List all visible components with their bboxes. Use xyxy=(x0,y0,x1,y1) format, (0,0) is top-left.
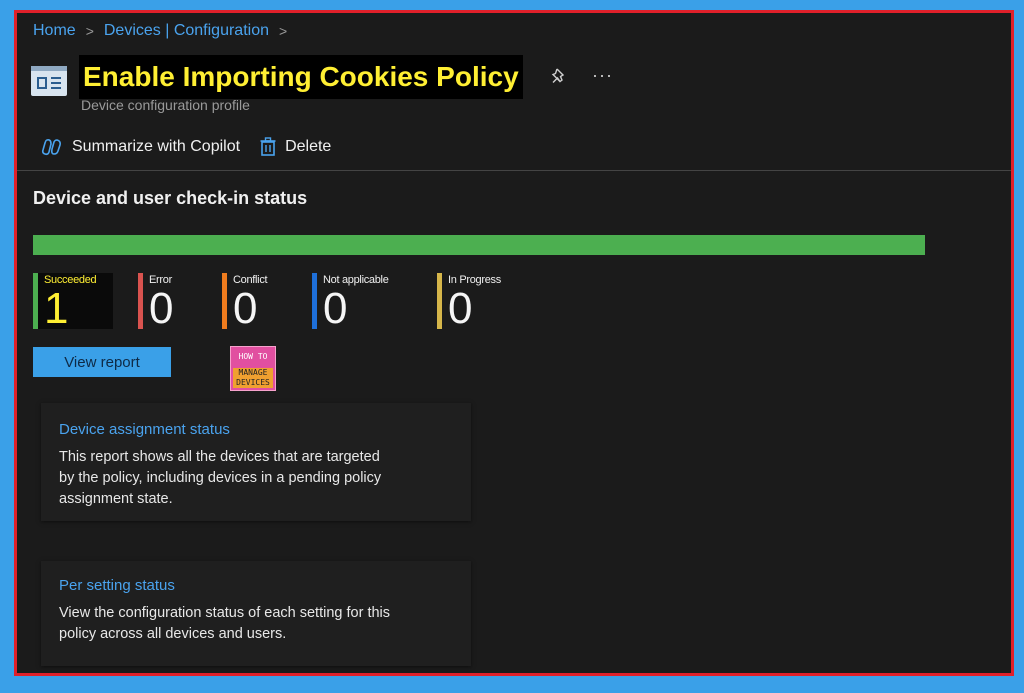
view-report-button[interactable]: View report xyxy=(33,347,171,377)
stat-value: 0 xyxy=(233,284,258,333)
breadcrumb: Home > Devices | Configuration > xyxy=(33,22,287,40)
card-title[interactable]: Device assignment status xyxy=(59,421,230,438)
stat-color-bar xyxy=(138,273,143,329)
stat-color-bar xyxy=(437,273,442,329)
checkin-progress-fill xyxy=(33,235,925,255)
portal-frame: Home > Devices | Configuration > Enable … xyxy=(14,10,1014,676)
breadcrumb-separator: > xyxy=(279,23,288,39)
copilot-icon xyxy=(41,139,61,156)
toolbar-divider xyxy=(17,170,1011,171)
card-description: View the configuration status of each se… xyxy=(59,605,391,642)
stat-in-progress[interactable]: In Progress 0 xyxy=(437,273,517,333)
checkin-status-title: Device and user check-in status xyxy=(33,188,308,208)
stat-value: 0 xyxy=(448,284,473,333)
per-setting-status-card[interactable]: Per setting status View the configuratio… xyxy=(41,561,471,666)
stat-value: 0 xyxy=(323,284,348,333)
stat-conflict[interactable]: Conflict 0 xyxy=(222,273,292,333)
checkin-progress-bar xyxy=(33,235,925,255)
card-title[interactable]: Per setting status xyxy=(59,577,175,594)
stat-color-bar xyxy=(312,273,317,329)
profile-icon xyxy=(31,66,67,96)
stat-succeeded[interactable]: Succeeded 1 xyxy=(33,273,113,333)
howtomanagedevices-logo: HOW TO MANAGE DEVICES xyxy=(230,346,276,391)
pin-icon[interactable] xyxy=(550,67,568,85)
page-subtitle: Device configuration profile xyxy=(81,97,250,113)
command-bar: Summarize with Copilot Delete xyxy=(41,137,351,157)
card-description: This report shows all the devices that a… xyxy=(59,449,382,507)
stat-value: 0 xyxy=(149,284,174,333)
stat-color-bar xyxy=(222,273,227,329)
stat-value: 1 xyxy=(44,284,69,333)
trash-icon xyxy=(260,137,276,156)
page-title: Enable Importing Cookies Policy xyxy=(79,55,523,99)
stat-color-bar xyxy=(33,273,38,329)
summarize-with-copilot-button[interactable]: Summarize with Copilot xyxy=(41,138,240,156)
summarize-label: Summarize with Copilot xyxy=(72,138,241,155)
more-options-icon[interactable]: ··· xyxy=(592,65,613,86)
stat-error[interactable]: Error 0 xyxy=(138,273,198,333)
delete-label: Delete xyxy=(285,138,332,155)
stat-not-applicable[interactable]: Not applicable 0 xyxy=(312,273,412,333)
breadcrumb-devices-configuration[interactable]: Devices | Configuration xyxy=(104,22,269,40)
breadcrumb-separator: > xyxy=(85,23,94,39)
breadcrumb-home[interactable]: Home xyxy=(33,22,76,40)
delete-button[interactable]: Delete xyxy=(260,137,331,157)
device-assignment-status-card[interactable]: Device assignment status This report sho… xyxy=(41,403,471,521)
